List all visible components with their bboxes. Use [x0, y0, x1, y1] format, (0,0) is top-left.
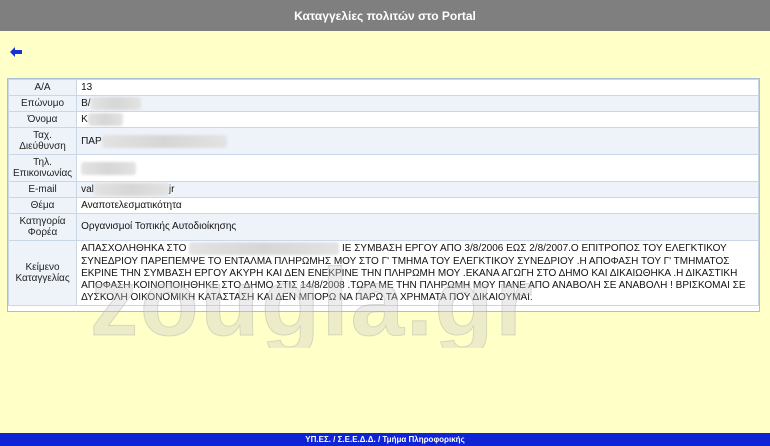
footer-text: ΥΠ.ΕΣ. / Σ.Ε.Ε.Δ.Δ. / Τμήμα Πληροφορικής [305, 435, 465, 444]
value-firstname: Κ [81, 114, 88, 126]
label-subject: Θέμα [7, 197, 78, 215]
value-subject: Αναποτελεσματικότητα [76, 197, 759, 215]
label-address: Ταχ. Διεύθυνση [7, 127, 78, 156]
complaint-text-start: ΑΠΑΣΧΟΛΗΘΗΚΑ ΣΤΟ [81, 243, 187, 255]
row-subject: Θέμα Αναποτελεσματικότητα [7, 197, 759, 215]
value-phone-cell [76, 154, 759, 183]
back-button[interactable] [8, 44, 24, 60]
row-phone: Τηλ. Επικοινωνίας [7, 154, 759, 183]
row-agency-category: Κατηγορία Φορέα Οργανισμοί Τοπικής Αυτοδ… [7, 213, 759, 242]
page-title: Καταγγελίες πολιτών στο Portal [294, 8, 476, 23]
row-complaint-text: Κείμενο Καταγγελίας ΑΠΑΣΧΟΛΗΘΗΚΑ ΣΤΟ ΙΕ … [7, 240, 759, 306]
row-firstname: Όνομα Κ [7, 111, 759, 129]
value-email-suffix: jr [168, 184, 175, 196]
redacted-firstname [87, 113, 123, 127]
value-aa: 13 [76, 79, 759, 96]
label-surname: Επώνυμο [7, 94, 78, 113]
row-surname: Επώνυμο Β/ [7, 94, 759, 113]
label-phone: Τηλ. Επικοινωνίας [7, 154, 78, 183]
row-email: E-mail val jr [7, 181, 759, 199]
redacted-complaint-text [189, 242, 340, 256]
complaint-details-table: Α/Α 13 Επώνυμο Β/ Όνομα Κ Ταχ. Διεύθυνση… [7, 79, 759, 306]
redacted-email [93, 183, 169, 197]
value-email: val [81, 184, 94, 196]
value-surname-cell: Β/ [76, 94, 759, 113]
page-footer: ΥΠ.ΕΣ. / Σ.Ε.Ε.Δ.Δ. / Τμήμα Πληροφορικής [0, 433, 770, 446]
value-complaint-text-cell: ΑΠΑΣΧΟΛΗΘΗΚΑ ΣΤΟ ΙΕ ΣΥΜΒΑΣΗ ΕΡΓΟΥ ΑΠΟ 3/… [76, 240, 759, 306]
value-surname: Β/ [81, 98, 91, 110]
arrow-left-icon [10, 47, 22, 57]
row-aa: Α/Α 13 [7, 79, 759, 96]
value-agency-category: Οργανισμοί Τοπικής Αυτοδιοίκησης [76, 213, 759, 242]
page-header: Καταγγελίες πολιτών στο Portal [0, 0, 770, 31]
redacted-phone [81, 161, 137, 175]
redacted-address [101, 134, 227, 148]
row-address: Ταχ. Διεύθυνση ΠΑΡ [7, 127, 759, 156]
label-agency-category: Κατηγορία Φορέα [7, 213, 78, 242]
label-email: E-mail [7, 181, 78, 199]
label-aa: Α/Α [7, 79, 78, 96]
value-firstname-cell: Κ [76, 111, 759, 129]
redacted-surname [90, 97, 141, 110]
value-address: ΠΑΡ [81, 135, 102, 147]
label-firstname: Όνομα [7, 111, 78, 129]
label-complaint-text: Κείμενο Καταγγελίας [7, 240, 78, 306]
complaint-details-panel: Α/Α 13 Επώνυμο Β/ Όνομα Κ Ταχ. Διεύθυνση… [7, 78, 760, 312]
value-email-cell: val jr [76, 181, 759, 199]
value-address-cell: ΠΑΡ [76, 127, 759, 156]
